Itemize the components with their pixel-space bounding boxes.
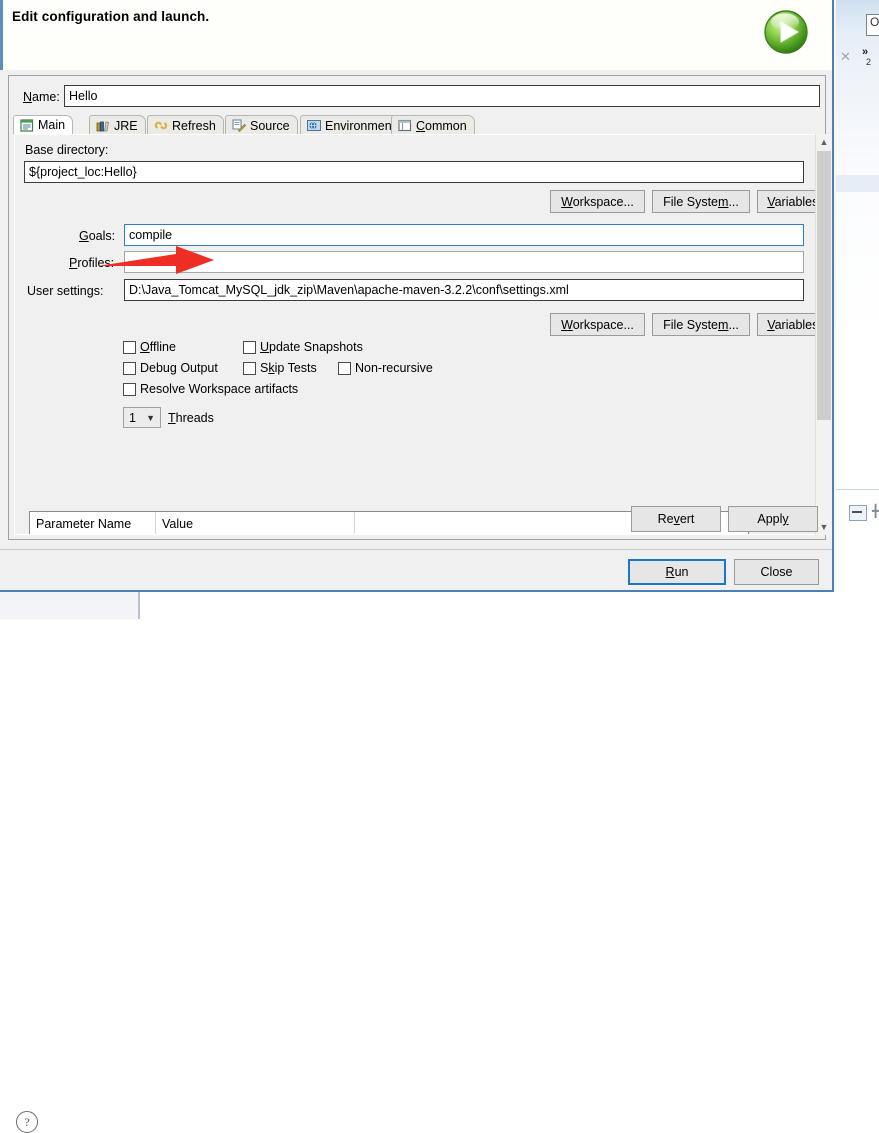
hidden-tabs-count: 2 bbox=[866, 57, 872, 67]
tab-common[interactable]: Common bbox=[391, 115, 475, 135]
name-input[interactable] bbox=[64, 85, 820, 107]
chevron-down-icon: ▼ bbox=[146, 412, 155, 423]
selected-outline-row bbox=[836, 175, 879, 192]
checkbox-box bbox=[243, 361, 256, 375]
tab-jre-label: JRE bbox=[114, 118, 138, 133]
tab-environment[interactable]: Environment bbox=[300, 115, 404, 135]
apply-button-label: Apply bbox=[757, 512, 789, 526]
threads-value: 1 bbox=[129, 410, 136, 425]
close-button[interactable]: Close bbox=[734, 559, 819, 585]
scroll-up-arrow-icon[interactable]: ▲ bbox=[816, 134, 832, 150]
dialog-body: Name: Main bbox=[0, 70, 832, 550]
column-separator[interactable] bbox=[354, 512, 355, 534]
page-title: Edit configuration and launch. bbox=[12, 9, 210, 24]
base-variables-button[interactable]: Variables... bbox=[757, 190, 821, 213]
revert-button-label: Revert bbox=[657, 512, 695, 526]
outline-view-tab[interactable]: O bbox=[866, 14, 879, 36]
tab-refresh[interactable]: Refresh bbox=[147, 115, 224, 135]
checkbox-skip-tests-label: Skip Tests bbox=[260, 361, 317, 375]
refresh-link-icon bbox=[154, 119, 168, 132]
config-frame: Name: Main bbox=[8, 75, 832, 540]
dialog-footer: ? Run Close bbox=[0, 550, 832, 1133]
checkbox-resolve-workspace-artifacts-label: Resolve Workspace artifacts bbox=[140, 382, 299, 396]
revert-button[interactable]: Revert bbox=[631, 506, 721, 532]
close-icon[interactable]: ✕ bbox=[840, 50, 854, 64]
outline-view-tab-label: O bbox=[870, 15, 879, 29]
main-tab-panel: Base directory: Workspace... File System… bbox=[14, 134, 822, 535]
help-question-icon[interactable]: ? bbox=[16, 1111, 38, 1133]
checkbox-box bbox=[123, 340, 136, 354]
tab-common-label: Common bbox=[416, 118, 467, 133]
threads-dropdown[interactable]: 1 ▼ bbox=[123, 407, 161, 428]
content-vertical-scrollbar[interactable]: ▲ ▼ bbox=[815, 134, 832, 535]
dialog-header: Edit configuration and launch. bbox=[0, 0, 832, 70]
bottom-strip-editor bbox=[140, 592, 836, 619]
tab-jre[interactable]: JRE bbox=[89, 115, 146, 135]
jre-library-icon bbox=[96, 119, 110, 132]
minimize-icon[interactable] bbox=[849, 505, 867, 521]
checkbox-offline[interactable]: Offline bbox=[123, 340, 176, 354]
checkbox-skip-tests[interactable]: Skip Tests bbox=[243, 361, 317, 375]
checkbox-box bbox=[338, 361, 351, 375]
checkbox-offline-label: Offline bbox=[140, 340, 176, 354]
tab-source-label: Source bbox=[250, 118, 290, 133]
goals-input[interactable] bbox=[124, 224, 804, 246]
threads-label: Threads bbox=[168, 411, 214, 425]
base-directory-input[interactable] bbox=[24, 161, 804, 183]
run-button[interactable]: Run bbox=[628, 559, 726, 585]
tab-source[interactable]: Source bbox=[225, 115, 298, 135]
bottom-vertical-divider bbox=[138, 592, 140, 619]
column-header-value[interactable]: Value bbox=[156, 512, 354, 534]
maximize-icon[interactable]: ╋ bbox=[872, 504, 879, 518]
tab-refresh-label: Refresh bbox=[172, 118, 216, 133]
run-play-icon bbox=[760, 6, 812, 58]
checkbox-debug-output[interactable]: Debug Output bbox=[123, 361, 218, 375]
environment-globe-icon bbox=[307, 119, 321, 132]
checkbox-debug-output-label: Debug Output bbox=[140, 361, 218, 375]
base-workspace-button[interactable]: Workspace... bbox=[550, 190, 645, 213]
common-window-icon bbox=[398, 119, 412, 132]
user-settings-input[interactable] bbox=[124, 279, 804, 301]
checkbox-non-recursive[interactable]: Non-recursive bbox=[338, 361, 433, 375]
checkbox-resolve-workspace-artifacts[interactable]: Resolve Workspace artifacts bbox=[123, 382, 298, 396]
checkbox-non-recursive-label: Non-recursive bbox=[355, 361, 433, 375]
run-button-label: Run bbox=[665, 565, 689, 579]
settings-variables-button[interactable]: Variables... bbox=[757, 313, 821, 336]
tab-main-label: Main bbox=[38, 118, 66, 132]
edit-configuration-dialog: Edit configuration and launch. Name: Hel… bbox=[0, 0, 834, 1133]
profiles-label: Profiles: bbox=[69, 256, 115, 270]
name-label: Name: bbox=[23, 90, 60, 104]
tab-bar: Main JRE Refresh Source Environment Comm… bbox=[13, 115, 823, 135]
scroll-down-arrow-icon[interactable]: ▼ bbox=[816, 519, 832, 535]
goals-label: Goals: bbox=[79, 229, 116, 243]
scrollbar-thumb[interactable] bbox=[817, 151, 831, 420]
checkbox-update-snapshots-label: Update Snapshots bbox=[260, 340, 363, 354]
settings-workspace-button[interactable]: Workspace... bbox=[550, 313, 645, 336]
column-header-parameter-name[interactable]: Parameter Name bbox=[30, 512, 155, 534]
user-settings-label: User settings: bbox=[27, 284, 104, 298]
source-pencil-icon bbox=[232, 119, 247, 133]
checkbox-box bbox=[243, 340, 256, 354]
right-panel-divider bbox=[836, 489, 879, 490]
checkbox-box bbox=[123, 382, 136, 396]
main-document-icon bbox=[20, 118, 34, 132]
header-accent-bar bbox=[0, 0, 3, 70]
apply-button[interactable]: Apply bbox=[728, 506, 818, 532]
base-filesystem-button[interactable]: File System... bbox=[652, 190, 750, 213]
tab-main[interactable]: Main bbox=[13, 115, 74, 135]
tab-environment-label: Environment bbox=[325, 118, 396, 133]
checkbox-box bbox=[123, 361, 136, 375]
close-button-label: Close bbox=[760, 565, 793, 579]
checkbox-update-snapshots[interactable]: Update Snapshots bbox=[243, 340, 363, 354]
base-directory-label: Base directory: bbox=[25, 143, 109, 157]
settings-filesystem-button[interactable]: File System... bbox=[652, 313, 750, 336]
profiles-input[interactable] bbox=[124, 251, 804, 273]
right-view-panel bbox=[836, 0, 879, 619]
